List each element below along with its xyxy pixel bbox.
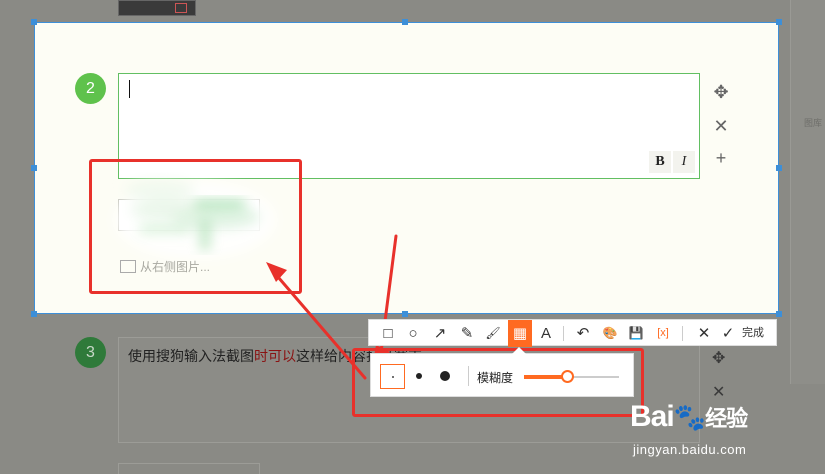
done-icon[interactable]: ✓ <box>719 320 737 347</box>
arrow-icon[interactable]: ↗ <box>429 320 451 347</box>
brush-size-small[interactable] <box>380 364 405 389</box>
rectangle-icon[interactable]: □ <box>377 320 399 347</box>
palette-icon[interactable]: 🎨 <box>599 320 621 347</box>
mosaic-icon[interactable]: ▦ <box>508 320 532 347</box>
ocr-icon[interactable]: [x] <box>651 320 675 347</box>
toolbar-divider <box>682 326 683 341</box>
done-button[interactable]: 完成 <box>737 320 769 347</box>
toolbar-divider <box>563 326 564 341</box>
undo-icon[interactable]: ↶ <box>572 320 594 347</box>
blur-level-label: 模糊度 <box>477 371 514 385</box>
mosaic-options-panel: 模糊度 <box>370 347 634 397</box>
ellipse-icon[interactable]: ○ <box>402 320 424 347</box>
text-icon[interactable]: A <box>535 320 557 347</box>
brush-size-large[interactable] <box>440 371 450 381</box>
close-icon[interactable]: ✕ <box>693 320 715 347</box>
baidu-watermark: Bai🐾经验 <box>630 400 748 433</box>
watermark-site: jingyan.baidu.com <box>633 442 747 457</box>
save-icon[interactable]: 💾 <box>625 320 647 347</box>
panel-divider <box>468 366 469 386</box>
pencil-icon[interactable]: ✎ <box>456 320 478 347</box>
highlighter-icon[interactable]: 🖌 <box>482 320 504 347</box>
brush-size-medium[interactable] <box>416 373 422 379</box>
screenshot-toolbar: □ ○ ↗ ✎ 🖌 ▦ A ↶ 🎨 💾 [x] ✕ ✓ 完成 <box>368 319 777 347</box>
blur-slider-knob[interactable] <box>560 370 574 383</box>
